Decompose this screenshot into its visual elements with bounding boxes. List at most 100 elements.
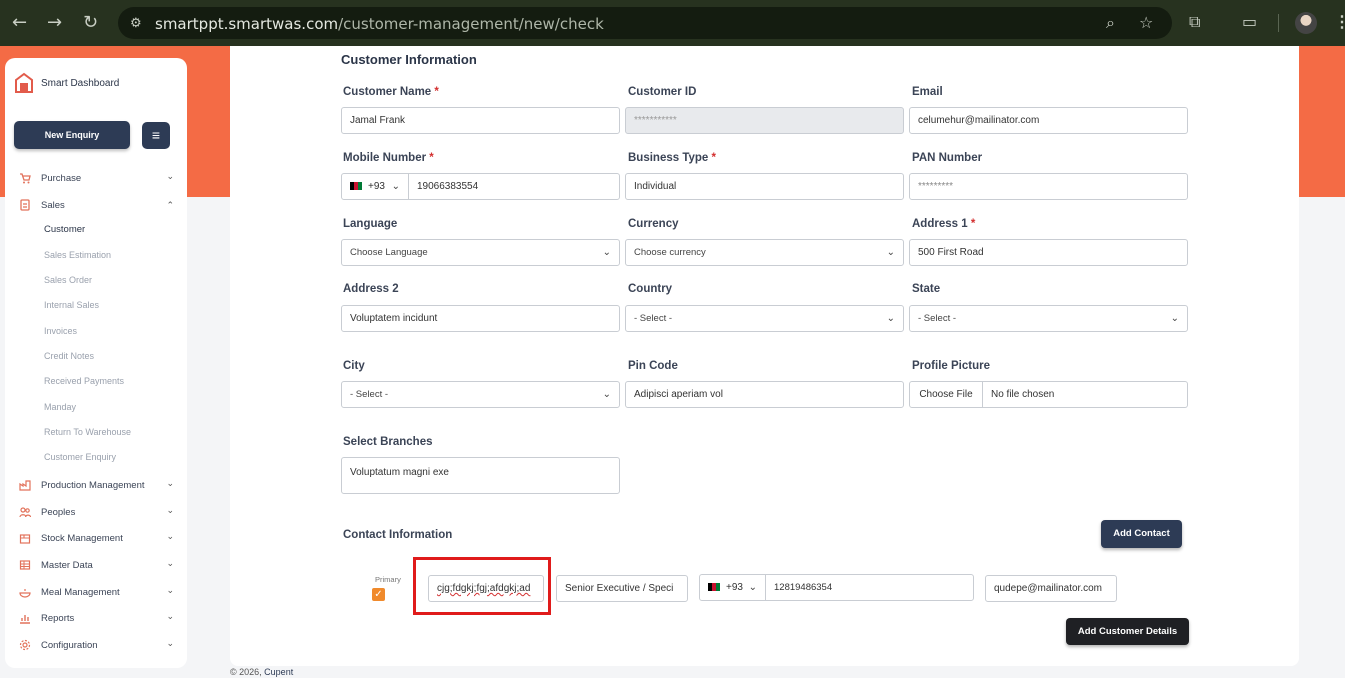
sidebar-item-stock-management[interactable]: Stock Management ⌄	[19, 529, 174, 547]
new-enquiry-button[interactable]: New Enquiry	[14, 121, 130, 149]
pan-number-label: PAN Number	[912, 152, 983, 164]
sidebar-sub-customer[interactable]: Customer	[44, 224, 85, 235]
database-icon	[19, 560, 31, 570]
chevron-down-icon: ⌄	[166, 171, 174, 181]
address2-label: Address 2	[343, 283, 399, 295]
branches-multiselect[interactable]: Voluptatum magni exe	[341, 457, 620, 494]
choose-file-button[interactable]: Choose File	[909, 381, 983, 408]
sidebar-item-master-data[interactable]: Master Data ⌄	[19, 556, 174, 574]
sidebar-item-label: Master Data	[41, 559, 93, 571]
chevron-down-icon: ⌄	[166, 611, 174, 621]
mobile-number-input[interactable]: 19066383554	[408, 173, 620, 200]
browser-toolbar: ← → ↻ ⚙ smartppt.smartwas.com/customer-m…	[0, 0, 1345, 46]
sidebar-sub-received-payments[interactable]: Received Payments	[44, 376, 124, 386]
extensions-icon[interactable]: ⧉	[1189, 12, 1200, 32]
chevron-down-icon: ⌄	[166, 505, 174, 515]
address1-input[interactable]: 500 First Road	[909, 239, 1188, 266]
country-select[interactable]: - Select - ⌄	[625, 305, 904, 332]
contact-designation-input[interactable]: Senior Executive / Speci	[556, 575, 688, 602]
language-select[interactable]: Choose Language ⌄	[341, 239, 620, 266]
afghanistan-flag-icon	[708, 583, 720, 592]
sidebar-sub-invoices[interactable]: Invoices	[44, 326, 77, 336]
address-bar[interactable]: ⚙ smartppt.smartwas.com/customer-managem…	[118, 7, 1172, 39]
currency-select[interactable]: Choose currency ⌄	[625, 239, 904, 266]
meal-icon	[19, 589, 31, 598]
zoom-icon[interactable]: ⌕	[1106, 13, 1115, 33]
sidebar-item-sales[interactable]: Sales ⌃	[19, 196, 174, 214]
menu-toggle-button[interactable]: ≡	[142, 122, 170, 149]
sidebar-item-meal-management[interactable]: Meal Management ⌄	[19, 583, 174, 601]
customer-id-input: ***********	[625, 107, 904, 134]
mobile-number-label: Mobile Number *	[343, 152, 434, 164]
contact-email-input[interactable]: qudepe@mailinator.com	[985, 575, 1117, 602]
business-type-input[interactable]: Individual	[625, 173, 904, 200]
customer-name-input[interactable]: Jamal Frank	[341, 107, 620, 134]
chevron-down-icon: ⌄	[166, 478, 174, 488]
toolbar-separator	[1278, 14, 1279, 32]
sidebar-item-production-management[interactable]: Production Management ⌄	[19, 476, 174, 494]
sales-icon	[20, 199, 30, 211]
chevron-down-icon: ⌄	[166, 585, 174, 595]
add-customer-details-button[interactable]: Add Customer Details	[1066, 618, 1189, 645]
site-settings-icon[interactable]: ⚙	[130, 15, 146, 31]
chevron-down-icon: ⌄	[166, 638, 174, 648]
sidebar-sub-internal-sales[interactable]: Internal Sales	[44, 300, 99, 310]
cart-icon	[20, 173, 31, 184]
sidebar-sub-manday[interactable]: Manday	[44, 402, 76, 412]
email-input[interactable]: celumehur@mailinator.com	[909, 107, 1188, 134]
sidebar-item-label: Sales	[41, 199, 65, 211]
report-icon	[20, 615, 30, 624]
bookmark-star-icon[interactable]: ☆	[1139, 13, 1153, 32]
sidebar-item-label: Peoples	[41, 506, 76, 518]
chevron-down-icon: ⌄	[166, 558, 174, 568]
sidebar-item-label: Stock Management	[41, 532, 123, 544]
language-label: Language	[343, 218, 398, 230]
footer: © 2026, Cupent	[230, 667, 294, 677]
city-label: City	[343, 360, 365, 372]
contact-phone-input[interactable]: 12819486354	[765, 574, 974, 601]
sidebar-sub-customer-enquiry[interactable]: Customer Enquiry	[44, 452, 116, 462]
sidebar-sub-return-to-warehouse[interactable]: Return To Warehouse	[44, 427, 131, 437]
primary-checkbox[interactable]: ✓	[372, 588, 385, 601]
sidebar-sub-credit-notes[interactable]: Credit Notes	[44, 351, 94, 361]
profile-avatar[interactable]	[1295, 12, 1317, 34]
footer-brand-link[interactable]: Cupent	[264, 667, 293, 677]
highlight-box	[413, 557, 551, 615]
sidebar: Smart Dashboard New Enquiry ≡ Purchase ⌄…	[5, 58, 187, 668]
country-code-select[interactable]: +93 ⌄	[341, 173, 409, 200]
state-select[interactable]: - Select - ⌄	[909, 305, 1188, 332]
sidebar-sub-sales-estimation[interactable]: Sales Estimation	[44, 250, 111, 260]
back-icon[interactable]: ←	[12, 12, 27, 33]
primary-label: Primary	[375, 575, 401, 584]
add-contact-button[interactable]: Add Contact	[1101, 520, 1182, 548]
sidebar-item-label: Configuration	[41, 639, 98, 651]
select-branches-label: Select Branches	[343, 436, 433, 448]
tab-search-icon[interactable]: ▭	[1242, 12, 1257, 31]
sidebar-item-purchase[interactable]: Purchase ⌄	[19, 169, 174, 187]
chevron-up-icon: ⌃	[166, 200, 174, 210]
section-title-customer-information: Customer Information	[341, 52, 477, 67]
pin-code-input[interactable]: Adipisci aperiam vol	[625, 381, 904, 408]
address1-label: Address 1 *	[912, 218, 976, 230]
pan-number-input[interactable]: *********	[909, 173, 1188, 200]
sidebar-item-peoples[interactable]: Peoples ⌄	[19, 503, 174, 521]
reload-icon[interactable]: ↻	[83, 12, 98, 33]
pin-code-label: Pin Code	[628, 360, 678, 372]
profile-picture-label: Profile Picture	[912, 360, 990, 372]
brand-name: Smart Dashboard	[41, 77, 120, 89]
sidebar-item-configuration[interactable]: Configuration ⌄	[19, 636, 174, 654]
sidebar-item-label: Purchase	[41, 172, 82, 184]
city-select[interactable]: - Select - ⌄	[341, 381, 620, 408]
people-icon	[19, 507, 31, 518]
main-card	[230, 46, 1299, 666]
brand[interactable]: Smart Dashboard	[14, 72, 119, 94]
browser-menu-icon[interactable]: ⋮	[1334, 12, 1345, 32]
address2-input[interactable]: Voluptatem incidunt	[341, 305, 620, 332]
factory-icon	[19, 480, 31, 491]
contact-country-code-select[interactable]: +93 ⌄	[699, 574, 766, 601]
sidebar-sub-sales-order[interactable]: Sales Order	[44, 275, 92, 285]
customer-name-label: Customer Name *	[343, 86, 439, 98]
gear-icon	[19, 639, 31, 651]
forward-icon[interactable]: →	[47, 12, 62, 33]
sidebar-item-reports[interactable]: Reports ⌄	[19, 609, 174, 627]
